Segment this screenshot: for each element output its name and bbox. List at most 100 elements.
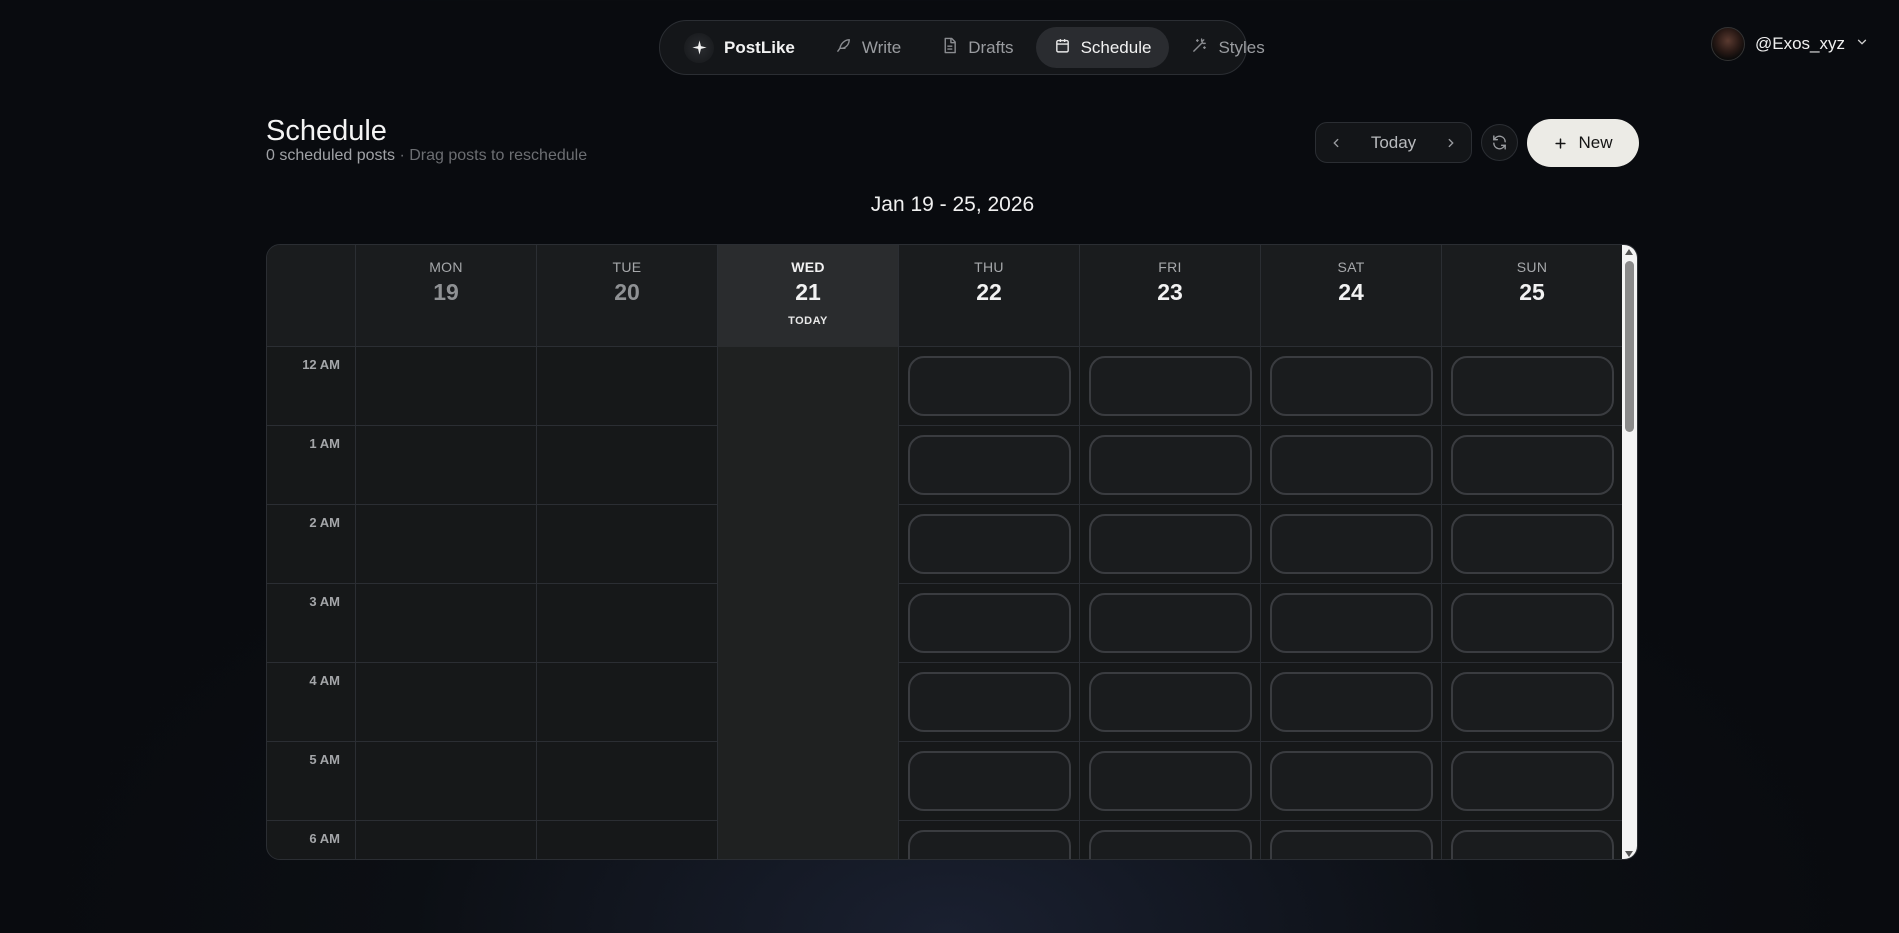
empty-time-slot[interactable] — [1451, 830, 1614, 859]
empty-time-slot[interactable] — [908, 435, 1071, 495]
hour-row: 1 AM — [267, 426, 1624, 505]
calendar-cell — [1079, 426, 1260, 505]
calendar-cell — [355, 742, 536, 821]
empty-time-slot[interactable] — [908, 830, 1071, 859]
empty-time-slot[interactable] — [1270, 751, 1433, 811]
calendar-cell — [717, 505, 898, 584]
empty-time-slot[interactable] — [1270, 435, 1433, 495]
nav-write-label: Write — [861, 37, 902, 57]
calendar-cell — [1260, 347, 1441, 426]
calendar-cell — [536, 584, 717, 663]
empty-time-slot[interactable] — [1451, 672, 1614, 732]
nav-schedule[interactable]: Schedule — [1035, 27, 1170, 68]
calendar-cell — [536, 742, 717, 821]
day-of-week: SUN — [1516, 259, 1548, 275]
calendar-cell — [1079, 505, 1260, 584]
feather-icon — [835, 37, 852, 59]
page-subtitle: 0 scheduled posts · Drag posts to resche… — [266, 147, 587, 165]
hour-row: 5 AM — [267, 742, 1624, 821]
nav-brand[interactable]: PostLike — [668, 27, 813, 68]
empty-time-slot[interactable] — [1089, 435, 1252, 495]
calendar-cell — [717, 584, 898, 663]
next-week-button[interactable] — [1439, 131, 1463, 155]
day-header-fri: FRI 23 — [1079, 245, 1260, 347]
empty-time-slot[interactable] — [908, 356, 1071, 416]
empty-time-slot[interactable] — [1451, 593, 1614, 653]
empty-time-slot[interactable] — [1270, 672, 1433, 732]
empty-time-slot[interactable] — [908, 593, 1071, 653]
time-label: 3 AM — [309, 594, 340, 609]
user-handle: @Exos_xyz — [1754, 34, 1845, 53]
time-label: 2 AM — [309, 515, 340, 530]
calendar-cell — [717, 821, 898, 859]
empty-time-slot[interactable] — [1089, 593, 1252, 653]
calendar-header-row: MON 19 TUE 20 WED 21 TODAY THU 22 FRI 23 SAT 24 SUN 25 — [267, 245, 1624, 347]
today-badge: TODAY — [788, 315, 828, 327]
day-header-sun: SUN 25 — [1441, 245, 1622, 347]
empty-time-slot[interactable] — [1089, 514, 1252, 574]
empty-time-slot[interactable] — [1451, 435, 1614, 495]
refresh-button[interactable] — [1481, 124, 1518, 161]
chevron-left-icon — [1333, 138, 1339, 147]
document-icon — [941, 37, 958, 59]
calendar-cell — [1441, 426, 1622, 505]
empty-time-slot[interactable] — [908, 751, 1071, 811]
empty-time-slot[interactable] — [908, 514, 1071, 574]
drag-hint: · Drag posts to reschedule — [399, 147, 588, 164]
time-label: 6 AM — [309, 831, 340, 846]
user-menu[interactable]: @Exos_xyz — [1710, 27, 1869, 61]
calendar-cell — [898, 347, 1079, 426]
calendar-cell — [355, 426, 536, 505]
new-post-button[interactable]: New — [1527, 119, 1639, 167]
nav-drafts[interactable]: Drafts — [923, 27, 1031, 68]
empty-time-slot[interactable] — [908, 672, 1071, 732]
nav-styles[interactable]: Styles — [1173, 27, 1282, 68]
hour-row: 2 AM — [267, 505, 1624, 584]
calendar-cell — [898, 584, 1079, 663]
empty-time-slot[interactable] — [1089, 830, 1252, 859]
empty-time-slot[interactable] — [1270, 593, 1433, 653]
calendar-cell — [1079, 584, 1260, 663]
empty-time-slot[interactable] — [1089, 751, 1252, 811]
calendar-icon — [1054, 37, 1071, 59]
scroll-down-arrow[interactable] — [1625, 851, 1633, 857]
day-of-week: FRI — [1158, 259, 1182, 275]
calendar-cell — [1079, 347, 1260, 426]
empty-time-slot[interactable] — [1451, 356, 1614, 416]
magic-wand-icon — [1191, 37, 1208, 59]
day-of-week: SAT — [1337, 259, 1365, 275]
calendar-cell — [1260, 505, 1441, 584]
today-button[interactable]: Today — [1371, 133, 1416, 153]
scroll-up-arrow[interactable] — [1625, 249, 1633, 255]
week-navigator: Today — [1315, 122, 1472, 163]
calendar-cell — [536, 426, 717, 505]
empty-time-slot[interactable] — [1451, 751, 1614, 811]
empty-time-slot[interactable] — [1451, 514, 1614, 574]
day-number: 20 — [614, 279, 640, 305]
empty-time-slot[interactable] — [1270, 356, 1433, 416]
calendar-cell — [355, 505, 536, 584]
nav-write[interactable]: Write — [817, 27, 919, 68]
day-of-week: THU — [974, 259, 1004, 275]
calendar-scrollbar[interactable] — [1622, 245, 1637, 859]
calendar-cell — [1441, 505, 1622, 584]
scroll-thumb[interactable] — [1625, 261, 1634, 432]
page-title: Schedule — [266, 115, 387, 147]
hour-row: 4 AM — [267, 663, 1624, 742]
nav-styles-label: Styles — [1218, 37, 1265, 57]
empty-time-slot[interactable] — [1270, 514, 1433, 574]
week-range: Jan 19 - 25, 2026 — [870, 193, 1035, 216]
empty-time-slot[interactable] — [1089, 672, 1252, 732]
calendar-cell — [355, 347, 536, 426]
empty-time-slot[interactable] — [1270, 830, 1433, 859]
day-number: 23 — [1157, 279, 1183, 305]
calendar-cell — [1079, 821, 1260, 859]
scheduled-count: 0 scheduled posts — [266, 147, 395, 164]
hour-row: 3 AM — [267, 584, 1624, 663]
empty-time-slot[interactable] — [1089, 356, 1252, 416]
calendar-cell — [1441, 347, 1622, 426]
prev-week-button[interactable] — [1324, 131, 1348, 155]
calendar-cell — [355, 584, 536, 663]
nav-schedule-label: Schedule — [1080, 37, 1152, 57]
day-number: 22 — [976, 279, 1002, 305]
